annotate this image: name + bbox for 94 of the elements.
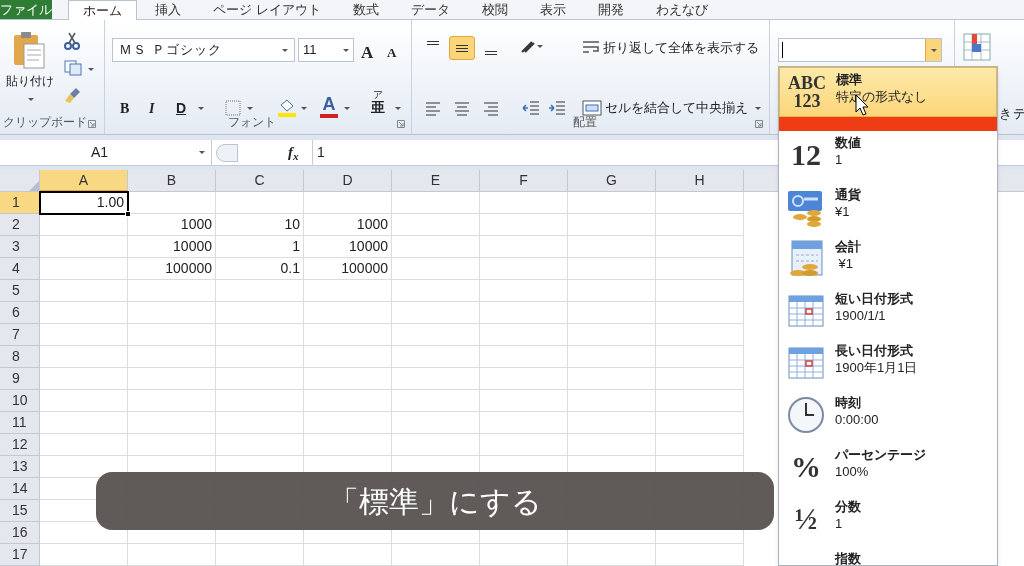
italic-button[interactable]: I <box>149 98 155 119</box>
row-header[interactable]: 12 <box>0 434 40 456</box>
row-header[interactable]: 17 <box>0 544 40 566</box>
menu-item-label: 時刻 <box>835 394 862 411</box>
name-box[interactable]: A1 <box>0 140 212 165</box>
menu-item-value: ¥1 <box>837 255 855 272</box>
column-header[interactable]: F <box>480 170 568 192</box>
file-tab[interactable]: ファイル <box>0 0 52 19</box>
bold-button[interactable]: B <box>120 98 130 119</box>
table-cell: 10000 <box>304 236 392 258</box>
menu-item-label: 会計 <box>835 238 861 255</box>
table-cell: 10 <box>216 214 304 236</box>
wrap-text-button[interactable]: 折り返して全体を表示する <box>582 36 759 60</box>
font-size-field[interactable]: 11 <box>298 38 354 62</box>
column-header[interactable]: A <box>40 170 128 192</box>
underline-button[interactable]: D <box>176 98 187 119</box>
menu-item-value: 1 <box>835 151 844 168</box>
menu-item-value: ¥1 <box>835 203 851 220</box>
row-header[interactable]: 11 <box>0 412 40 434</box>
insert-function-button[interactable]: f$_{x}$ <box>288 141 308 164</box>
format-icon: % <box>791 449 821 485</box>
font-size-value: 11 <box>303 41 317 60</box>
menu-item-value: 100% <box>835 463 870 480</box>
menu-item-value: 1900/1/1 <box>835 307 887 324</box>
table-cell: 1000 <box>304 214 392 236</box>
ribbon-tab[interactable]: データ <box>396 0 464 19</box>
row-header[interactable]: 3 <box>0 236 40 258</box>
group-label: フォント <box>228 114 276 131</box>
menu-item[interactable]: 通貨 ¥1 <box>779 183 997 235</box>
menu-item[interactable]: 長い日付形式 1900年1月1日 <box>779 339 997 391</box>
column-header[interactable]: H <box>656 170 744 192</box>
menu-item[interactable]: ½ 分数 1 <box>779 495 997 547</box>
row-header[interactable]: 13 <box>0 456 40 478</box>
active-cell[interactable]: 1.00 <box>40 192 128 214</box>
table-cell: 100000 <box>304 258 392 280</box>
row-header[interactable]: 6 <box>0 302 40 324</box>
font-name-field[interactable]: ＭＳ Ｐゴシック <box>112 38 295 62</box>
paste-button[interactable]: 貼り付け <box>6 72 54 90</box>
menu-item-label: 分数 <box>835 498 861 515</box>
shrink-font-button[interactable]: A <box>387 43 397 63</box>
ribbon-tab[interactable]: 校閲 <box>467 0 522 19</box>
ribbon-tab[interactable]: 数式 <box>338 0 393 19</box>
row-header[interactable]: 1 <box>0 192 40 214</box>
ribbon-tab[interactable]: 開発 <box>583 0 638 19</box>
ribbon-tab[interactable]: ページ レイアウト <box>199 0 335 19</box>
ribbon-tab[interactable]: 挿入 <box>141 0 195 19</box>
menu-item[interactable]: 指数 <box>779 547 997 565</box>
caption-text: 「標準」にする <box>328 483 542 520</box>
group-label: 配置 <box>573 114 597 131</box>
row-header[interactable]: 10 <box>0 390 40 412</box>
ribbon-tab[interactable]: わえなび <box>641 0 722 19</box>
column-header[interactable]: G <box>568 170 656 192</box>
row-header[interactable]: 15 <box>0 500 40 522</box>
row-header[interactable]: 14 <box>0 478 40 500</box>
column-header[interactable]: C <box>216 170 304 192</box>
column-header[interactable]: D <box>304 170 392 192</box>
row-header[interactable]: 9 <box>0 368 40 390</box>
menu-item-label: 標準 <box>836 71 863 88</box>
row-header[interactable]: 7 <box>0 324 40 346</box>
phonetic-guide-button[interactable]: ア 亜 <box>371 90 385 114</box>
table-cell: 1 <box>216 236 304 258</box>
row-header[interactable]: 16 <box>0 522 40 544</box>
menu-item-label: 指数 <box>835 550 861 565</box>
row-header[interactable]: 5 <box>0 280 40 302</box>
grow-font-button[interactable]: A <box>361 40 374 66</box>
format-icon: ½ <box>794 501 818 537</box>
table-cell: 100000 <box>128 258 216 280</box>
menu-item-label: パーセンテージ <box>835 446 926 463</box>
menu-item[interactable]: 短い日付形式 1900/1/1 <box>779 287 997 339</box>
table-cell: 0.1 <box>216 258 304 280</box>
ribbon-tab[interactable]: 表示 <box>525 0 580 19</box>
group-label: クリップボード <box>3 114 87 131</box>
menu-item-value: 0:00:00 <box>835 411 879 428</box>
menu-item-label: 長い日付形式 <box>835 342 914 359</box>
ribbon-tab[interactable]: ホーム <box>68 0 137 20</box>
column-header[interactable]: E <box>392 170 480 192</box>
menu-item[interactable]: % パーセンテージ 100% <box>779 443 997 495</box>
menu-item-value: 1 <box>835 515 844 532</box>
row-header[interactable]: 4 <box>0 258 40 280</box>
menu-item-value: 1900年1月1日 <box>835 359 918 376</box>
format-icon: ABC 123 <box>788 74 826 110</box>
font-color-button[interactable]: A <box>319 94 339 118</box>
menu-item[interactable]: 会計 ¥1 <box>779 235 997 287</box>
ribbon-text-fragment: テ <box>1013 105 1024 123</box>
table-cell: 1000 <box>128 214 216 236</box>
table-cell: 10000 <box>128 236 216 258</box>
menu-item-label: 短い日付形式 <box>835 290 913 307</box>
column-header[interactable]: B <box>128 170 216 192</box>
row-header[interactable]: 2 <box>0 214 40 236</box>
font-name-value: ＭＳ Ｐゴシック <box>119 41 222 60</box>
ribbon-text-fragment: き <box>999 105 1012 123</box>
row-header[interactable]: 8 <box>0 346 40 368</box>
menu-item-label: 通貨 <box>835 186 861 203</box>
menu-item[interactable]: 時刻 0:00:00 <box>779 391 997 443</box>
